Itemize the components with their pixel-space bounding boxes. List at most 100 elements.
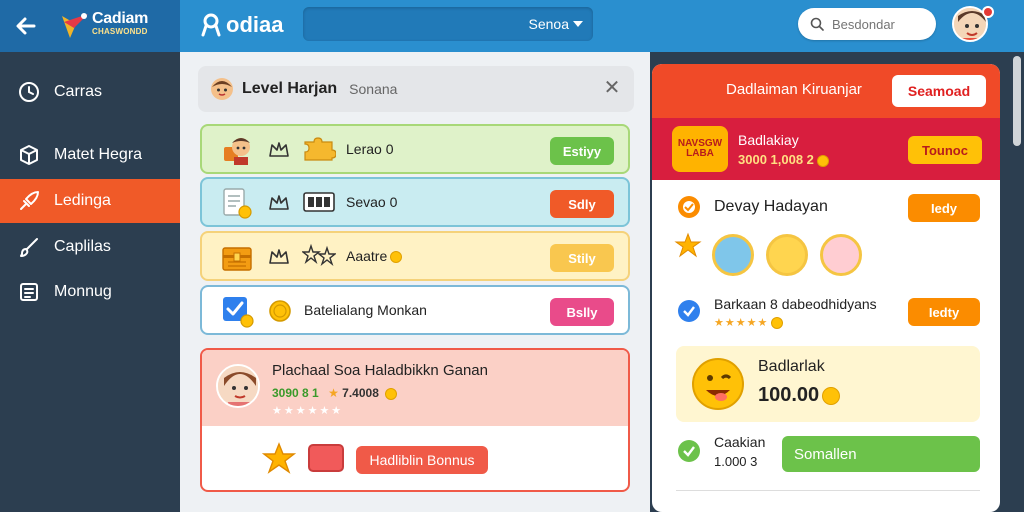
sidebar-item-matet-hegra[interactable]: Matet Hegra (0, 133, 180, 177)
promo-banner[interactable]: NAVSGW LABA Badlakiay 3000 1,008 2 Touno… (652, 118, 1000, 180)
reward-character-icon (712, 234, 754, 276)
star-icon (262, 442, 296, 474)
sidebar-item-label: Matet Hegra (54, 146, 143, 163)
promo-logo: NAVSGW LABA (672, 126, 728, 172)
clock-icon (19, 82, 39, 102)
promo-value-text: 3000 1,008 2 (738, 152, 814, 167)
coin-icon (822, 386, 841, 405)
bonus-stars: ★★★★★ (714, 316, 784, 330)
reward-box: Badlarlak 100.00 (676, 346, 980, 422)
promo-value: 3000 1,008 2 (738, 152, 829, 167)
feature-card[interactable]: Plachaal Soa Haladbikkn Ganan 3090 8 1 ★… (200, 348, 630, 492)
level-row-label: Sevao 0 (346, 194, 398, 210)
ticket-icon (308, 444, 344, 472)
coin-icon (771, 317, 784, 330)
bonus-label: Barkaan 8 dabeodhidyans (714, 296, 877, 312)
feature-card-stats: 3090 8 1 ★ 7.4008 (272, 386, 398, 400)
reward-value: 100.00 (758, 384, 841, 407)
daily-button[interactable]: Iedy (908, 194, 980, 222)
season-select-value: Senoa (528, 16, 569, 32)
sidebar-item-label: Ledinga (54, 192, 111, 209)
claim-button[interactable]: Somallen (782, 436, 980, 472)
search-box[interactable] (798, 8, 936, 40)
search-icon (810, 17, 824, 31)
crown-outline-icon (269, 249, 289, 264)
level-row-button[interactable]: Sdly (550, 190, 614, 218)
level-row-label: Lerao 0 (346, 141, 394, 157)
sidebar-item-label: Monnug (54, 283, 112, 300)
feature-card-stars: ★★★★★★ (272, 405, 344, 417)
logo-icon (62, 13, 88, 38)
list-icon (20, 283, 38, 301)
stars-outline-icon (302, 243, 336, 267)
level-panel-header: Level Harjan Sonana ✕ (198, 66, 634, 112)
check-circle-icon (678, 440, 700, 462)
coin-icon (390, 251, 403, 264)
puzzle-icon (304, 137, 336, 161)
checkbox-coin-icon (220, 294, 254, 328)
coin-icon (816, 154, 829, 167)
level-row-button[interactable]: Stily (550, 244, 614, 272)
level-panel-subtitle: Sonana (349, 81, 398, 97)
level-panel-title: Level Harjan (242, 80, 338, 97)
sidebar-item-monnug[interactable]: Monnug (0, 270, 180, 314)
level-row[interactable]: Aaatre Stily (200, 231, 630, 281)
feature-card-title: Plachaal Soa Haladbikkn Ganan (272, 362, 488, 379)
cube-icon (20, 145, 38, 165)
reward-title: Badlarlak (758, 358, 825, 375)
level-row[interactable]: Lerao 0 Estiyy (200, 124, 630, 174)
feature-stats-a: 3090 8 1 (272, 386, 319, 400)
rewards-panel-title: Dadlaiman Kiruanjar (726, 81, 862, 98)
sidebar-item-label: Caplilas (54, 238, 111, 255)
sidebar-item-ledinga[interactable]: Ledinga (0, 179, 180, 223)
top-bar: Cadiam CHASWONDD odiaa Senoa (0, 0, 1024, 52)
daily-label: Devay Hadayan (714, 198, 828, 215)
claim-value: 1.000 3 (714, 454, 758, 469)
level-row[interactable]: Sevao 0 Sdly (200, 177, 630, 227)
claim-label: Caakian (714, 434, 766, 450)
level-row-button[interactable]: Estiyy (550, 137, 614, 165)
document-coin-icon (220, 186, 254, 220)
search-input[interactable] (832, 16, 922, 32)
arrow-left-icon (16, 17, 36, 35)
character-icon (220, 133, 254, 167)
film-strip-icon (303, 192, 335, 212)
level-row-label: Batelialang Monkan (304, 302, 427, 318)
bonus-stars-text: ★★★★★ (714, 317, 769, 329)
promo-button[interactable]: Tounoc (908, 136, 982, 164)
notification-dot (982, 6, 994, 18)
reward-value-text: 100.00 (758, 384, 820, 406)
crown-outline-icon (269, 195, 289, 210)
feature-stats-b: 7.4008 (342, 386, 379, 400)
coin-icon (269, 300, 291, 322)
treasure-chest-icon (220, 240, 254, 274)
level-row-label-text: Aaatre (346, 248, 388, 264)
sidebar-item-caplilas[interactable]: Caplilas (0, 225, 180, 269)
ribbon-icon (201, 13, 221, 37)
logo-subtitle: CHASWONDD (92, 27, 148, 36)
rewards-panel: Dadlaiman Kiruanjar Seamoad NAVSGW LABA … (652, 64, 1000, 512)
emoji-icon (692, 358, 744, 410)
bonus-button[interactable]: Hadliblin Bonnus (356, 446, 488, 474)
sidebar-item-carras[interactable]: Carras (0, 70, 180, 114)
rewards-header-button[interactable]: Seamoad (892, 75, 986, 107)
level-row[interactable]: Batelialang Monkan Bslly (200, 285, 630, 335)
close-icon[interactable]: ✕ (602, 78, 622, 98)
level-row-button[interactable]: Bslly (550, 298, 614, 326)
divider (676, 490, 980, 491)
star-icon (674, 232, 702, 258)
avatar-icon (211, 78, 233, 100)
bonus-button[interactable]: Iedty (908, 298, 980, 326)
target-icon (678, 196, 700, 218)
scrollbar[interactable] (1013, 56, 1021, 146)
season-select[interactable]: Senoa (303, 7, 593, 41)
rocket-icon (20, 191, 39, 210)
badge-icon (678, 300, 700, 322)
rewards-panel-header: Dadlaiman Kiruanjar Seamoad (652, 64, 1000, 118)
logo-title: Cadiam (92, 10, 148, 27)
back-button[interactable] (10, 10, 42, 42)
reward-ticket-icon (820, 234, 862, 276)
crown-outline-icon (269, 142, 289, 157)
reward-card-icon (766, 234, 808, 276)
brand[interactable]: odiaa (200, 12, 283, 38)
